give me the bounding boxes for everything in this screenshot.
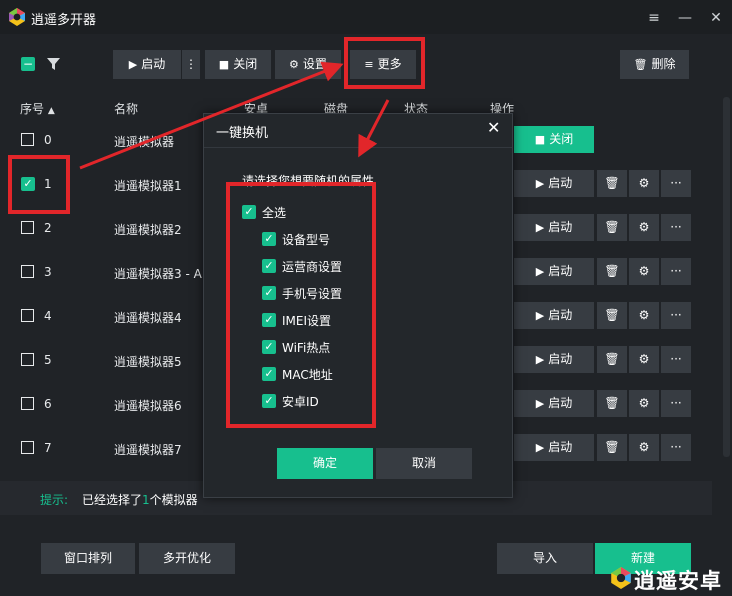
app-window: 逍遥多开器 ≡ — ✕ − ▶ 启动 ⋮ ■ 关闭 ⚙ 设置 ≡ 更多 🗑 删除 序号 ▲… [0,0,732,596]
annotation-arrows [79,61,390,170]
arrow-to-options [358,99,390,158]
arrow-to-more [79,61,344,170]
